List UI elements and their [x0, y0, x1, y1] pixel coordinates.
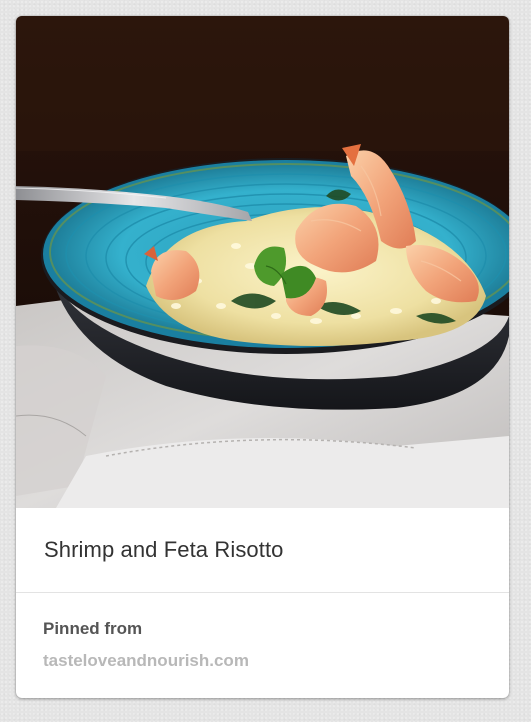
divider [16, 592, 509, 593]
pin-card[interactable]: Shrimp and Feta Risotto Pinned from tast… [16, 16, 509, 698]
pinned-from-source-link[interactable]: tasteloveandnourish.com [43, 651, 249, 671]
pin-description: Shrimp and Feta Risotto [44, 537, 284, 562]
pin-image[interactable] [16, 16, 509, 508]
pinned-from-label: Pinned from [43, 619, 143, 638]
